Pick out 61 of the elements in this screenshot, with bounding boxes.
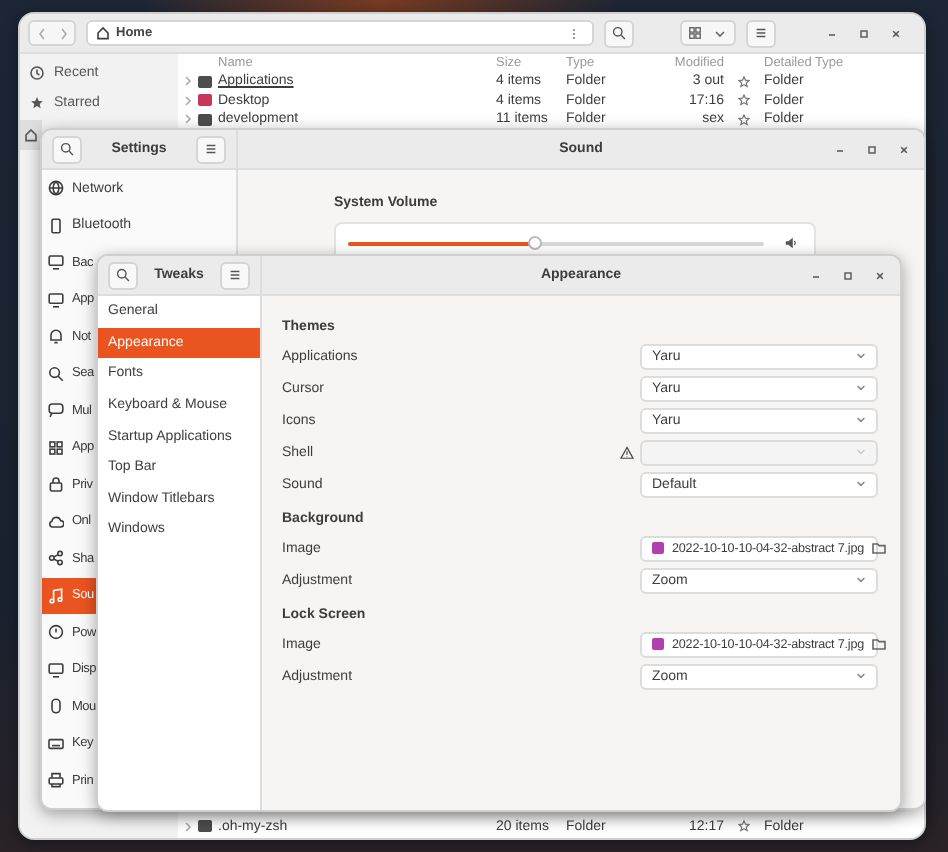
home-icon	[24, 127, 38, 142]
monitor-icon	[48, 291, 64, 308]
menu-icon	[228, 268, 242, 282]
search-icon	[116, 268, 130, 282]
search-button[interactable]	[52, 135, 82, 163]
caret-icon	[856, 416, 866, 424]
monitor-icon	[48, 254, 64, 271]
maximize-icon	[865, 143, 877, 155]
menu-button[interactable]	[745, 19, 775, 47]
speaker-icon	[784, 236, 798, 250]
menu-button[interactable]	[220, 261, 250, 289]
star-icon[interactable]	[738, 75, 750, 88]
search-icon	[60, 142, 74, 156]
grid-icon	[687, 26, 701, 40]
chevron-left-icon	[37, 27, 45, 39]
mouse-icon	[48, 698, 64, 715]
share-icon	[48, 550, 64, 567]
printer-icon	[48, 772, 64, 789]
sidebar-item[interactable]	[20, 119, 42, 150]
chevron-right-icon	[59, 27, 67, 39]
music-note-icon	[48, 587, 64, 604]
folder-icon	[872, 638, 887, 650]
globe-icon	[48, 180, 64, 197]
image-file-icon	[652, 638, 664, 650]
caret-icon	[856, 352, 866, 360]
star-icon[interactable]	[738, 820, 750, 833]
image-file-icon	[652, 542, 664, 554]
search-button[interactable]	[108, 261, 138, 289]
grid-icon	[48, 439, 64, 456]
menu-icon	[753, 26, 767, 40]
cloud-icon	[48, 513, 64, 530]
close-icon	[873, 269, 885, 281]
caret-icon	[856, 448, 866, 456]
caret-icon	[856, 672, 866, 680]
search-icon	[612, 26, 626, 40]
menu-button[interactable]	[196, 135, 226, 163]
caret-icon	[856, 480, 866, 488]
clock-icon	[30, 65, 44, 80]
phone-icon	[48, 217, 64, 234]
home-icon	[96, 26, 110, 40]
caret-icon	[714, 29, 726, 37]
power-icon	[48, 624, 64, 641]
lock-icon	[48, 476, 64, 493]
star-icon[interactable]	[738, 94, 750, 107]
expander-icon[interactable]	[184, 821, 192, 832]
caret-icon	[856, 576, 866, 584]
search-icon	[48, 365, 64, 382]
bell-icon	[48, 328, 64, 345]
keyboard-icon	[48, 735, 64, 752]
maximize-icon	[841, 269, 853, 281]
search-button[interactable]	[604, 19, 634, 47]
chat-icon	[48, 402, 64, 419]
star-icon	[30, 96, 44, 111]
star-icon[interactable]	[738, 113, 750, 126]
monitor-icon	[48, 661, 64, 678]
caret-icon	[856, 384, 866, 392]
maximize-icon	[857, 27, 869, 39]
menu-icon	[204, 142, 218, 156]
close-icon	[897, 143, 909, 155]
folder-icon	[872, 542, 887, 554]
close-icon	[889, 27, 901, 39]
